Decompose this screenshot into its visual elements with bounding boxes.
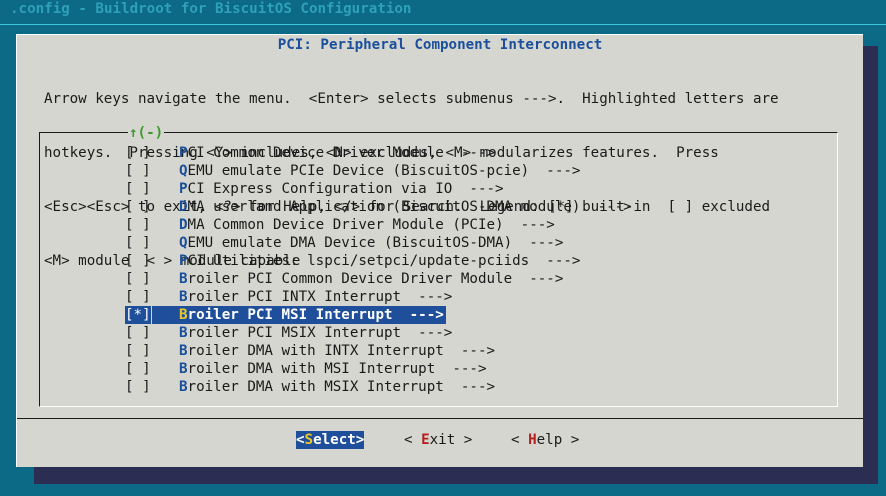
exit-button[interactable]: < Exit > <box>404 431 472 449</box>
menu-item-pci-express-config-io[interactable]: [ ] PCI Express Configuration via IO ---… <box>125 180 504 198</box>
menu-item-broiler-dma-msi[interactable]: [ ] Broiler DMA with MSI Interrupt ---> <box>125 360 487 378</box>
back-title: .config - Buildroot for BiscuitOS Config… <box>10 1 412 17</box>
scroll-up-indicator: ↑(-) <box>128 124 165 142</box>
hotkey-letter: B <box>179 361 188 377</box>
selection-highlight <box>152 306 179 324</box>
checkbox[interactable]: [ ] <box>125 360 151 378</box>
menu-item-label: roiler DMA with MSIX Interrupt ---> <box>187 379 496 395</box>
hotkey-letter: B <box>179 325 188 341</box>
menu-item-label: CI Utilities: lspci/setpci/update-pciids… <box>187 253 581 269</box>
menu-item-label: roiler DMA with MSI Interrupt ---> <box>187 361 487 377</box>
top-bar: .config - Buildroot for BiscuitOS Config… <box>0 0 886 25</box>
dialog-shadow-right <box>862 46 878 484</box>
checkbox[interactable]: [ ] <box>125 180 151 198</box>
menu-item-qemu-dma-device[interactable]: [ ] QEMU emulate DMA Device (BiscuitOS-D… <box>125 234 563 252</box>
checkbox[interactable]: [ ] <box>125 324 151 342</box>
menu-item-label: MA Common Device Driver Module (PCIe) --… <box>187 217 555 233</box>
hotkey-letter: E <box>421 432 430 448</box>
checkbox-checked[interactable]: [*] <box>125 306 151 324</box>
hotkey-letter: Q <box>179 235 188 251</box>
hotkey-letter: Q <box>179 163 188 179</box>
menu-item-broiler-pci-msix[interactable]: [ ] Broiler PCI MSIX Interrupt ---> <box>125 324 452 342</box>
hotkey-letter: P <box>179 253 188 269</box>
hotkey-letter: S <box>304 432 314 448</box>
checkbox[interactable]: [ ] <box>125 378 151 396</box>
select-button[interactable]: <Select> <box>296 431 365 449</box>
hotkey-letter: D <box>179 217 188 233</box>
button-separator <box>17 418 863 419</box>
checkbox[interactable]: [ ] <box>125 162 151 180</box>
checkbox[interactable]: [ ] <box>125 216 151 234</box>
checkbox[interactable]: [ ] <box>125 342 151 360</box>
menu-item-dma-userland-application[interactable]: [ ] DMA userland Application (BiscuitOS-… <box>125 198 632 216</box>
hotkey-letter: P <box>179 181 188 197</box>
menu-item-label: CI Express Configuration via IO ---> <box>187 181 504 197</box>
menu-item-label: roiler PCI INTX Interrupt ---> <box>187 289 453 305</box>
hotkey-letter: H <box>528 432 537 448</box>
menu-item-dma-common-device-driver[interactable]: [ ] DMA Common Device Driver Module (PCI… <box>125 216 555 234</box>
checkbox[interactable]: [ ] <box>125 234 151 252</box>
menu-item-label: roiler PCI MSI Interrupt ---> <box>187 307 444 323</box>
hotkey-letter: B <box>179 343 188 359</box>
checkbox[interactable]: [ ] <box>125 270 151 288</box>
menu-item-broiler-pci-msi-selected[interactable]: [*] Broiler PCI MSI Interrupt ---> <box>125 306 446 324</box>
checkbox[interactable]: [ ] <box>125 288 151 306</box>
help-line-1: Arrow keys navigate the menu. <Enter> se… <box>44 91 779 107</box>
checkbox[interactable]: [ ] <box>125 144 151 162</box>
menu-item-broiler-pci-intx[interactable]: [ ] Broiler PCI INTX Interrupt ---> <box>125 288 452 306</box>
hotkey-letter: D <box>179 199 188 215</box>
menu-item-label: MA userland Application (BiscuitOS-DMA m… <box>187 199 632 215</box>
menuconfig-dialog: PCI: Peripheral Component Interconnect A… <box>16 34 863 467</box>
menu-item-broiler-dma-msix[interactable]: [ ] Broiler DMA with MSIX Interrupt ---> <box>125 378 495 396</box>
dialog-title: PCI: Peripheral Component Interconnect <box>277 37 603 53</box>
menu-item-broiler-dma-intx[interactable]: [ ] Broiler DMA with INTX Interrupt ---> <box>125 342 495 360</box>
checkbox[interactable]: [ ] <box>125 252 151 270</box>
menu-item-label: roiler PCI MSIX Interrupt ---> <box>187 325 453 341</box>
hotkey-letter: P <box>179 145 188 161</box>
checkbox[interactable]: [ ] <box>125 198 151 216</box>
menu-item-qemu-pcie-device[interactable]: [ ] QEMU emulate PCIe Device (BiscuitOS-… <box>125 162 580 180</box>
menu-item-pci-common-device-driver[interactable]: [ ] PCI Common Device Driver Module ---> <box>125 144 495 162</box>
menu-item-label: EMU emulate PCIe Device (BiscuitOS-pcie)… <box>187 163 581 179</box>
hotkey-letter: B <box>179 289 188 305</box>
menu-list[interactable]: [ ] PCI Common Device Driver Module --->… <box>125 144 632 396</box>
menu-item-label: roiler DMA with INTX Interrupt ---> <box>187 343 496 359</box>
menu-item-label: CI Common Device Driver Module ---> <box>187 145 496 161</box>
menu-item-label: roiler PCI Common Device Driver Module -… <box>187 271 564 287</box>
hotkey-letter: B <box>179 307 188 323</box>
hotkey-letter: B <box>179 379 188 395</box>
help-button[interactable]: < Help > <box>511 431 579 449</box>
menu-item-label: EMU emulate DMA Device (BiscuitOS-DMA) -… <box>187 235 564 251</box>
menu-item-broiler-pci-common-driver[interactable]: [ ] Broiler PCI Common Device Driver Mod… <box>125 270 563 288</box>
dialog-shadow-bottom <box>34 466 878 484</box>
hotkey-letter: B <box>179 271 188 287</box>
menu-item-pci-utilities[interactable]: [ ] PCI Utilities: lspci/setpci/update-p… <box>125 252 580 270</box>
